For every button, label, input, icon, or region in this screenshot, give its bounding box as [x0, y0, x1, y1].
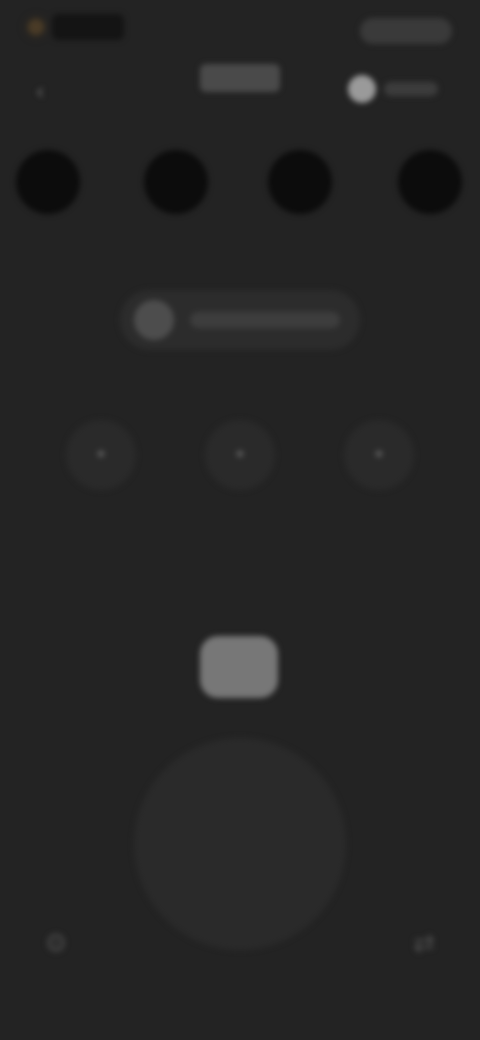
mode-circle-4[interactable]: [398, 150, 462, 214]
recording-indicator: [28, 14, 124, 40]
toolbar-row: ‹: [0, 60, 480, 105]
mode-circle-2[interactable]: [144, 150, 208, 214]
swap-icon[interactable]: ⇄: [394, 914, 454, 974]
mode-circle-3[interactable]: [268, 150, 332, 214]
search-pill[interactable]: [120, 290, 360, 350]
mode-circle-1[interactable]: [16, 150, 80, 214]
top-right-chip[interactable]: [360, 18, 452, 44]
mid-controls: • • •: [0, 420, 480, 500]
preview-thumbnail[interactable]: [200, 636, 278, 698]
arrow-left-icon[interactable]: ‹: [26, 78, 54, 106]
tool-icon[interactable]: •: [66, 420, 136, 490]
tool-icon[interactable]: •: [205, 420, 275, 490]
search-icon: [134, 300, 174, 340]
tool-icon[interactable]: •: [344, 420, 414, 490]
search-placeholder-bar: [190, 312, 340, 328]
toggle-icon[interactable]: [348, 75, 444, 103]
shutter-button[interactable]: [134, 738, 346, 950]
mode-circles-row: [0, 150, 480, 220]
toggle-knob: [348, 75, 376, 103]
gear-icon[interactable]: ⚙: [26, 914, 86, 974]
page-title: [200, 64, 280, 92]
record-dot: [28, 19, 44, 35]
record-label: [52, 14, 124, 40]
toggle-track: [384, 82, 438, 96]
